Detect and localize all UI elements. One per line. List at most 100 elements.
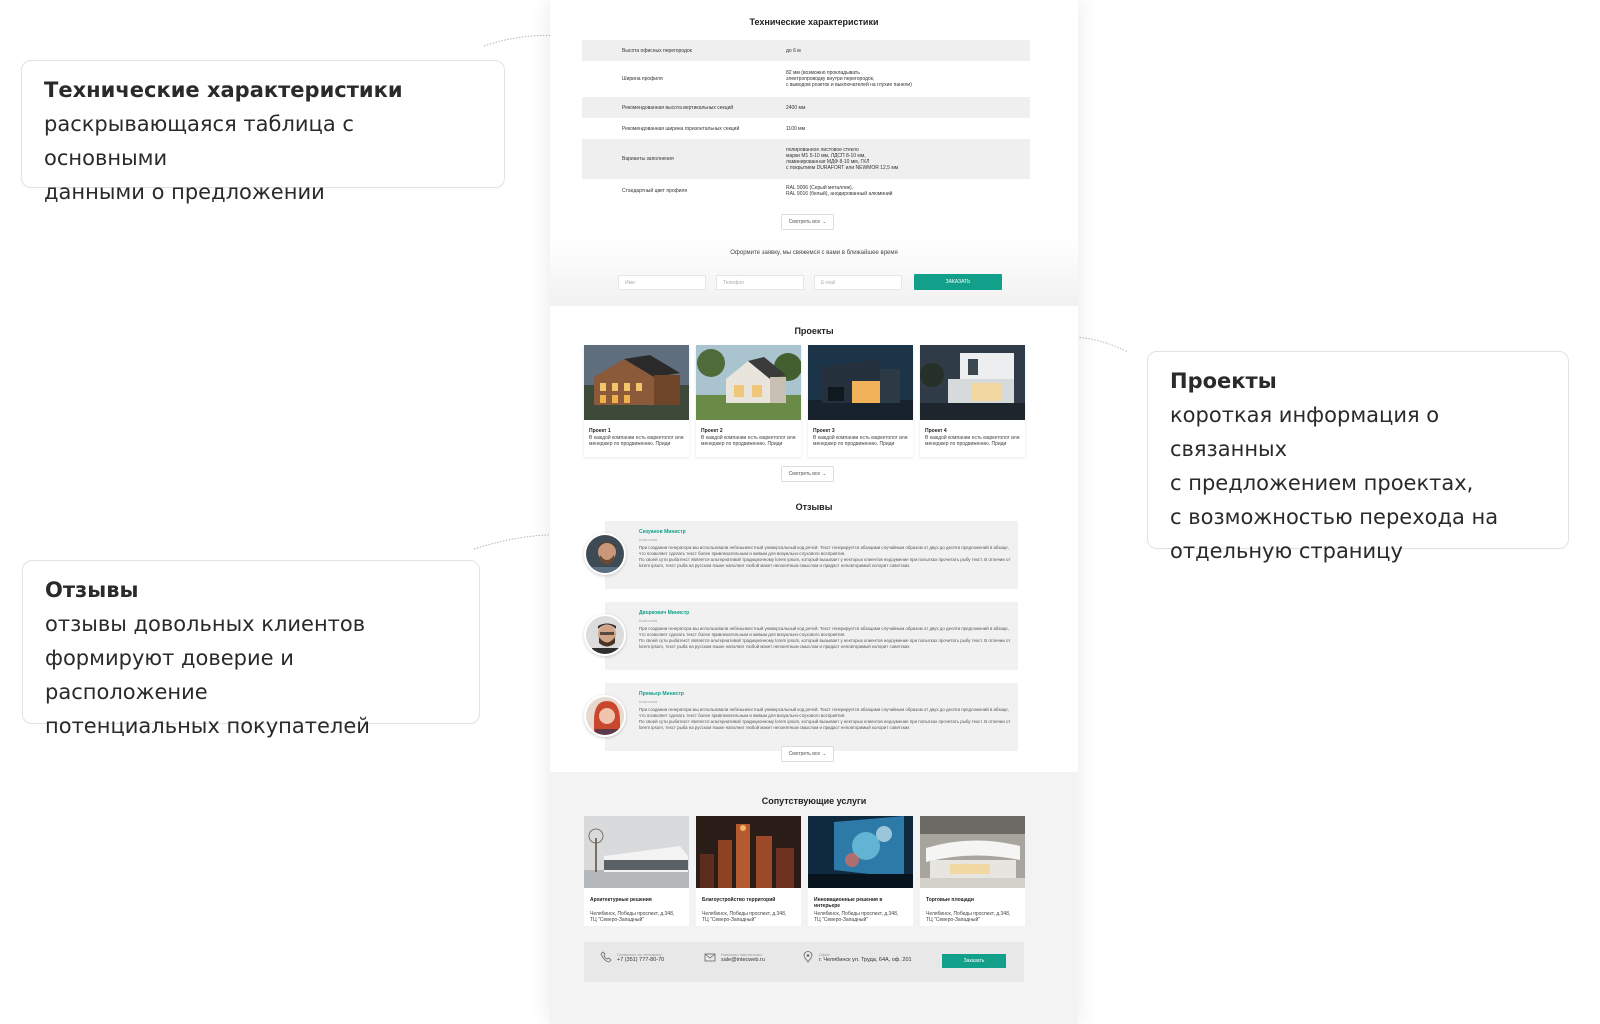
- project-name: Проект 4: [925, 428, 947, 434]
- project-card[interactable]: Проект 2 В каждой компании есть маркетол…: [696, 345, 802, 457]
- project-card[interactable]: Проект 3 В каждой компании есть маркетол…: [808, 345, 913, 457]
- phone-icon: [600, 951, 612, 963]
- phone-input[interactable]: Телефон: [716, 275, 804, 290]
- spec-value: 1100 мм: [786, 125, 806, 132]
- spec-value: RAL 9006 (Серый металлик), RAL 9016 (бел…: [786, 185, 893, 197]
- callout-reviews: Отзывы отзывы довольных клиентов формиру…: [22, 560, 480, 738]
- project-card[interactable]: Проект 4 В каждой компании есть маркетол…: [920, 345, 1025, 457]
- service-name: Инновационные решения в интерьере: [814, 897, 883, 909]
- review-author[interactable]: Сизуанов Министр: [639, 529, 686, 535]
- spec-row: Варианты заполнения полированное листово…: [582, 139, 1030, 179]
- review-author[interactable]: Премьер Министр: [639, 691, 684, 697]
- avatar: [584, 614, 626, 656]
- specs-title: Технические характеристики: [749, 17, 879, 27]
- projects-more-label: Смотреть все: [788, 471, 821, 477]
- spec-row: Высота офисных перегородок до 6 м: [582, 40, 1030, 61]
- specs-more-button[interactable]: Смотреть все ⌄: [781, 214, 834, 230]
- presentation-stage: Технические характеристики раскрывающаяс…: [0, 0, 1600, 1024]
- office-value: г. Челябинск ул. Труда, 64А, оф. 201: [819, 956, 912, 963]
- request-form: Оформите заявку, мы свяжемся с вами в бл…: [550, 238, 1078, 306]
- spec-key: Высота офисных перегородок: [622, 47, 692, 54]
- service-address: Челябинск, Победы проспект, д.348, ТЦ "С…: [926, 911, 1011, 923]
- callout-reviews-line-2: формируют доверие и расположение: [45, 646, 294, 704]
- page-mockup: Технические характеристики Высота офисны…: [550, 0, 1078, 1024]
- services-title: Сопутствующие услуги: [761, 796, 867, 806]
- project-name: Проект 1: [589, 428, 611, 434]
- name-input[interactable]: Имя: [618, 275, 706, 290]
- service-address: Челябинск, Победы проспект, д.348, ТЦ "С…: [814, 911, 899, 923]
- reviews-more-button[interactable]: Смотреть все ⌄: [781, 746, 834, 762]
- review-author[interactable]: Дворкович Министр: [639, 610, 689, 616]
- reviews-more-label: Смотреть все: [788, 751, 821, 757]
- contacts-bar: Позвонить по телефону: +7 (351) 777-80-7…: [584, 942, 1024, 982]
- spec-key: Варианты заполнения: [622, 156, 674, 162]
- project-text: В каждой компании есть маркетолог или ме…: [701, 435, 796, 447]
- service-address: Челябинск, Победы проспект, д.348, ТЦ "С…: [590, 911, 675, 923]
- services-section: Сопутствующие услуги Архитектурные решен…: [550, 772, 1078, 1024]
- review-text: При создании генератора мы использовали …: [639, 707, 1011, 730]
- spec-value: 2400 мм: [786, 104, 806, 111]
- spec-key: Ширина профиля: [622, 76, 663, 82]
- review-item: Сизуанов Министр Компания При создании г…: [584, 521, 1018, 589]
- service-card[interactable]: Архитектурные решения Челябинск, Победы …: [584, 816, 689, 926]
- callout-specs-line-1: раскрывающаяся таблица с основными: [44, 112, 354, 170]
- projects-more-button[interactable]: Смотреть все ⌄: [781, 466, 834, 482]
- project-text: В каждой компании есть маркетолог или ме…: [589, 435, 684, 447]
- spec-value: 82 мм (возможно прокладывать электропров…: [786, 70, 912, 88]
- project-image: [696, 345, 802, 420]
- review-company: Компания: [639, 537, 658, 542]
- submit-button[interactable]: ЗАКАЗАТЬ: [914, 274, 1002, 290]
- review-item: Дворкович Министр Компания При создании …: [584, 602, 1018, 670]
- callout-projects-line-3: с возможностью перехода на: [1170, 505, 1499, 529]
- project-image: [808, 345, 913, 420]
- mail-icon: [704, 953, 716, 962]
- email-value: sale@intecweb.ru: [721, 956, 765, 963]
- service-image: [584, 816, 689, 888]
- spec-key: Стандартный цвет профиля: [622, 188, 688, 194]
- projects-title: Проекты: [794, 326, 834, 336]
- service-card[interactable]: Торговые площади Челябинск, Победы просп…: [920, 816, 1025, 926]
- avatar: [584, 533, 626, 575]
- avatar: [584, 695, 626, 737]
- email-label: Написать нам письмо:: [721, 951, 763, 957]
- service-image: [696, 816, 801, 888]
- project-name: Проект 2: [701, 428, 723, 434]
- review-item: Премьер Министр Компания При создании ге…: [584, 683, 1018, 751]
- contact-phone[interactable]: Позвонить по телефону: +7 (351) 777-80-7…: [600, 951, 664, 963]
- review-text: При создании генератора мы использовали …: [639, 626, 1011, 649]
- email-placeholder: E-mail: [821, 279, 836, 286]
- review-company: Компания: [639, 618, 658, 623]
- callout-projects-line-1: короткая информация о связанных: [1170, 403, 1440, 461]
- order-button[interactable]: Заказать: [942, 954, 1006, 968]
- review-company: Компания: [639, 699, 658, 704]
- service-address: Челябинск, Победы проспект, д.348, ТЦ "С…: [702, 911, 787, 923]
- phone-placeholder: Телефон: [723, 279, 744, 286]
- service-image: [808, 816, 913, 888]
- service-name: Благоустройство территорий: [702, 897, 776, 903]
- callout-reviews-line-3: потенциальных покупателей: [45, 714, 370, 738]
- spec-row: Рекомендованная ширина горизонтальных се…: [582, 118, 1030, 139]
- chevron-down-icon: ⌄: [822, 751, 827, 757]
- callout-projects-title: Проекты: [1170, 369, 1277, 393]
- service-card[interactable]: Инновационные решения в интерьере Челяби…: [808, 816, 913, 926]
- email-input[interactable]: E-mail: [814, 275, 902, 290]
- spec-value: до 6 м: [786, 47, 801, 54]
- project-image: [584, 345, 689, 420]
- service-card[interactable]: Благоустройство территорий Челябинск, По…: [696, 816, 801, 926]
- project-card[interactable]: Проект 1 В каждой компании есть маркетол…: [584, 345, 689, 457]
- chevron-down-icon: ⌄: [822, 219, 827, 225]
- callout-specs: Технические характеристики раскрывающаяс…: [21, 60, 505, 204]
- contact-email[interactable]: Написать нам письмо: sale@intecweb.ru: [704, 951, 765, 963]
- service-name: Торговые площади: [926, 897, 974, 903]
- project-image: [920, 345, 1025, 420]
- callout-reviews-line-1: отзывы довольных клиентов: [45, 612, 366, 636]
- phone-label: Позвонить по телефону:: [617, 951, 663, 957]
- project-text: В каждой компании есть маркетолог или ме…: [813, 435, 908, 447]
- spec-row: Стандартный цвет профиля RAL 9006 (Серый…: [582, 179, 1030, 203]
- specs-more-label: Смотреть все: [788, 219, 821, 225]
- spec-key: Рекомендованная ширина горизонтальных се…: [622, 125, 740, 132]
- callout-reviews-title: Отзывы: [45, 578, 139, 602]
- project-name: Проект 3: [813, 428, 835, 434]
- callout-specs-line-2: данными о предложении: [44, 180, 325, 204]
- review-text: При создании генератора мы использовали …: [639, 545, 1011, 568]
